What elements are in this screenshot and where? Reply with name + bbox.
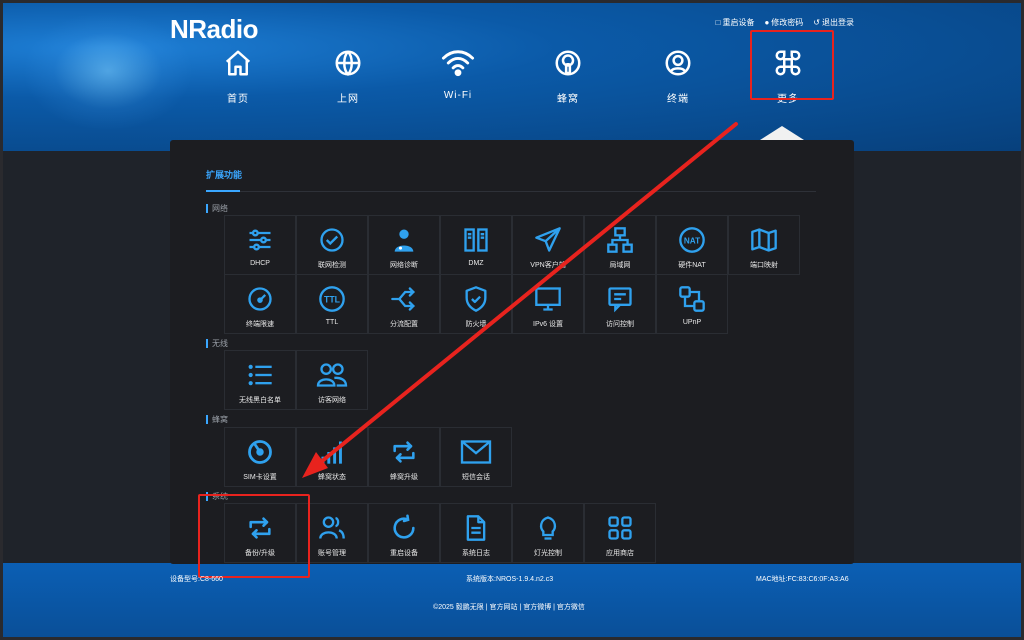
link-official-site[interactable]: 官方网站 [489, 604, 517, 611]
link-weibo[interactable]: 官方微博 [523, 604, 551, 611]
copyright: ©2025 毅鹏无限 [433, 604, 484, 611]
footer-links: ©2025 毅鹏无限 | 官方网站 | 官方微博 | 官方微信 [433, 604, 585, 611]
annotation-arrow [302, 122, 738, 478]
device-model: 设备型号:C8-660 [170, 576, 223, 583]
system-version: 系统版本:NROS-1.9.4.n2.c3 [466, 576, 554, 583]
mac-address: MAC地址:FC:83:C6:0F:A3:A6 [756, 576, 849, 583]
link-wechat[interactable]: 官方微信 [557, 604, 585, 611]
